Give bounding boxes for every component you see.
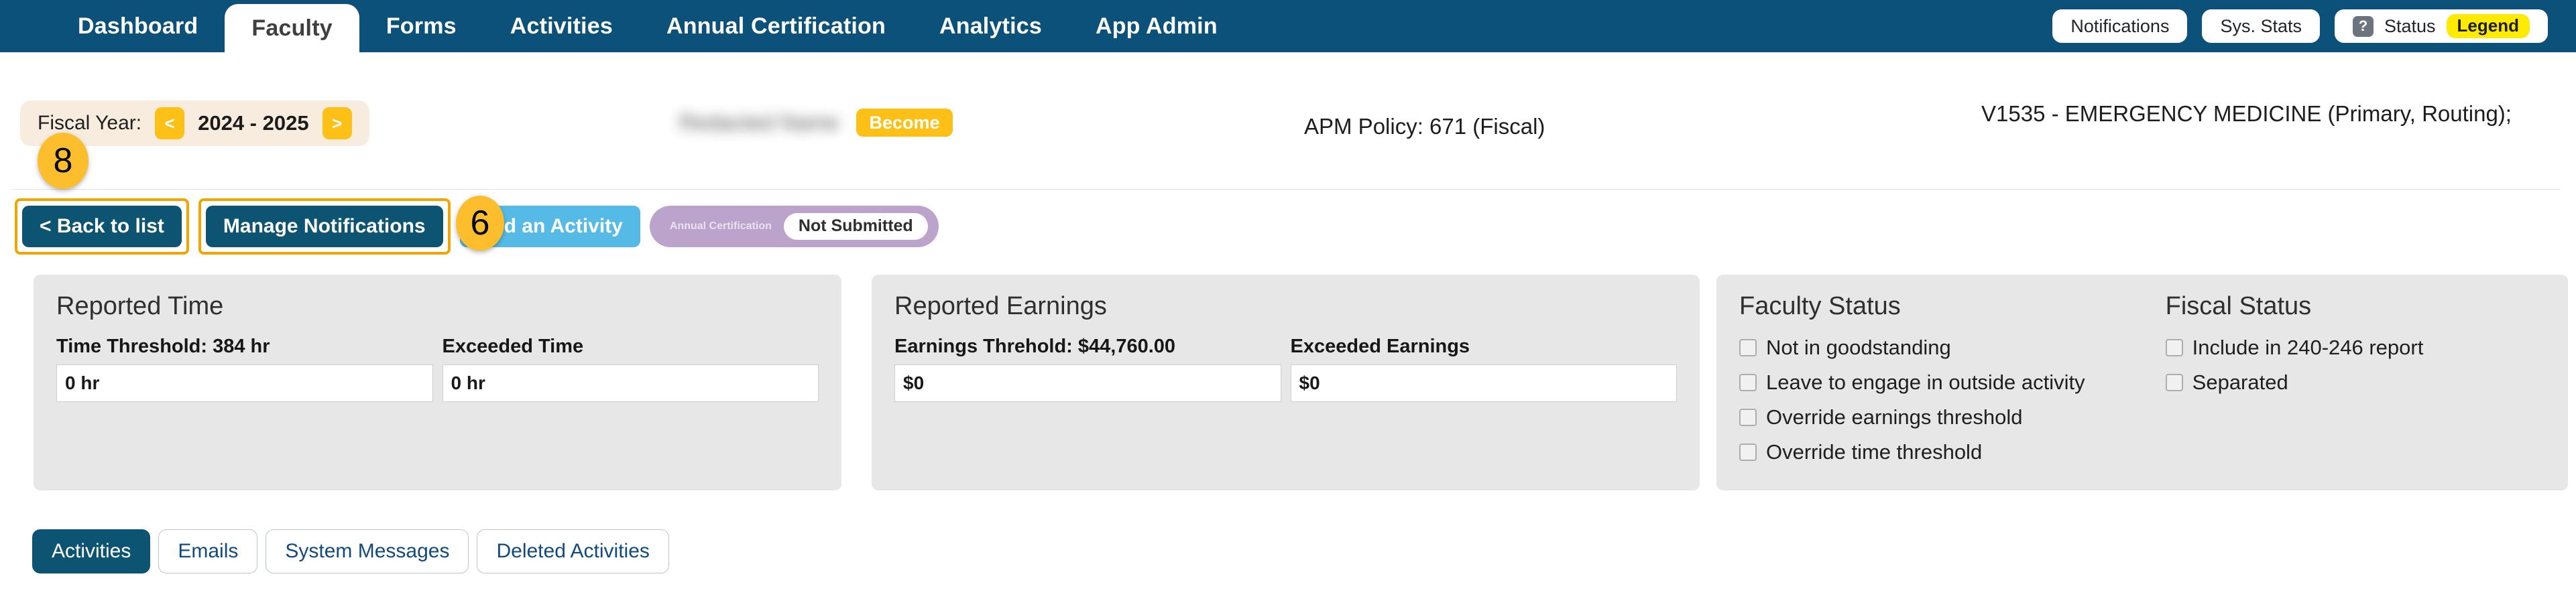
reported-earnings-title: Reported Earnings [894, 292, 1107, 320]
checkbox-icon[interactable] [1739, 374, 1757, 391]
exceeded-time-label: Exceeded Time [442, 336, 584, 357]
time-threshold-label: Time Threshold: 384 hr [56, 336, 270, 357]
checkbox-icon[interactable] [2165, 339, 2183, 356]
annual-certification-status-badge: Not Submitted [783, 213, 928, 240]
faculty-status-title: Faculty Status [1739, 292, 1901, 320]
nav-item-analytics[interactable]: Analytics [913, 0, 1069, 52]
time-threshold-input[interactable]: 0 hr [56, 364, 433, 402]
checkbox-row-leave-outside-activity[interactable]: Leave to engage in outside activity [1739, 370, 2085, 395]
exceeded-earnings-input[interactable]: $0 [1290, 364, 1677, 402]
exceeded-time-field: Exceeded Time 0 hr [442, 336, 819, 402]
annual-certification-button[interactable]: Annual Certification Not Submitted [649, 206, 939, 247]
checkbox-label: Override earnings threshold [1766, 405, 2023, 429]
person-header: Redacted Name Become [679, 109, 953, 137]
department-text: V1535 - EMERGENCY MEDICINE (Primary, Rou… [1981, 101, 2512, 126]
fiscal-year-prev-button[interactable]: < [155, 107, 185, 139]
checkbox-icon[interactable] [2165, 374, 2183, 391]
tab-activities[interactable]: Activities [32, 529, 151, 573]
checkbox-row-not-in-goodstanding[interactable]: Not in goodstanding [1739, 336, 2085, 360]
annotation-marker-6: 6 [456, 196, 504, 251]
nav-item-annual-certification[interactable]: Annual Certification [640, 0, 913, 52]
checkbox-label: Separated [2192, 370, 2288, 394]
main-navbar: Dashboard Faculty Forms Activities Annua… [0, 0, 2576, 52]
notifications-button[interactable]: Notifications [2052, 9, 2188, 43]
time-threshold-field: Time Threshold: 384 hr 0 hr [56, 336, 433, 402]
nav-items: Dashboard Faculty Forms Activities Annua… [0, 0, 1244, 52]
legend-badge[interactable]: Legend [2446, 14, 2530, 38]
checkbox-label: Override time threshold [1766, 440, 1983, 464]
annotation-marker-8: 8 [38, 133, 89, 189]
reported-earnings-fields: Earnings Threhold: $44,760.00 $0 Exceede… [894, 336, 1677, 402]
nav-item-app-admin[interactable]: App Admin [1069, 0, 1244, 52]
reported-time-card: Reported Time Time Threshold: 384 hr 0 h… [34, 275, 841, 490]
status-columns: Faculty Status Not in goodstanding Leave… [1739, 292, 2545, 475]
exceeded-earnings-label: Exceeded Earnings [1290, 336, 1470, 357]
become-button[interactable]: Become [856, 109, 953, 137]
earnings-threshold-label: Earnings Threhold: $44,760.00 [894, 336, 1176, 357]
content-tab-bar: Activities Emails System Messages Delete… [32, 529, 669, 573]
exceeded-earnings-field: Exceeded Earnings $0 [1290, 336, 1677, 402]
header-divider [12, 189, 2560, 190]
nav-item-activities[interactable]: Activities [483, 0, 640, 52]
back-to-list-button[interactable]: < Back to list [22, 206, 182, 247]
checkbox-row-include-240-246-report[interactable]: Include in 240-246 report [2165, 336, 2501, 360]
earnings-threshold-field: Earnings Threhold: $44,760.00 $0 [894, 336, 1281, 402]
nav-item-dashboard[interactable]: Dashboard [51, 0, 225, 52]
checkbox-row-override-earnings-threshold[interactable]: Override earnings threshold [1739, 405, 2085, 429]
nav-item-faculty[interactable]: Faculty [225, 4, 359, 52]
fiscal-year-value: 2024 - 2025 [198, 111, 309, 135]
nav-item-forms[interactable]: Forms [359, 0, 483, 52]
navbar-actions: Notifications Sys. Stats ? Status Legend [2052, 9, 2548, 43]
faculty-status-column: Faculty Status Not in goodstanding Leave… [1739, 292, 2085, 475]
earnings-threshold-input[interactable]: $0 [894, 364, 1281, 402]
checkbox-row-override-time-threshold[interactable]: Override time threshold [1739, 440, 2085, 464]
checkbox-label: Leave to engage in outside activity [1766, 370, 2085, 394]
checkbox-icon[interactable] [1739, 339, 1757, 356]
fiscal-year-next-button[interactable]: > [322, 107, 352, 139]
sys-stats-button[interactable]: Sys. Stats [2202, 9, 2320, 43]
checkbox-label: Not in goodstanding [1766, 336, 1951, 359]
status-label: Status [2384, 15, 2436, 36]
back-to-list-highlight: < Back to list [15, 198, 189, 255]
apm-policy-text: APM Policy: 671 (Fiscal) [1304, 114, 1545, 139]
status-card: Faculty Status Not in goodstanding Leave… [1716, 275, 2568, 490]
tab-deleted-activities[interactable]: Deleted Activities [477, 529, 669, 573]
checkbox-row-separated[interactable]: Separated [2165, 370, 2501, 395]
status-legend-button[interactable]: ? Status Legend [2335, 9, 2548, 43]
checkbox-label: Include in 240-246 report [2192, 336, 2424, 359]
fiscal-status-title: Fiscal Status [2165, 292, 2312, 320]
tab-emails[interactable]: Emails [158, 529, 258, 573]
reported-time-title: Reported Time [56, 292, 224, 320]
manage-notifications-highlight: Manage Notifications [198, 198, 451, 255]
notifications-label: Notifications [2070, 15, 2170, 36]
checkbox-icon[interactable] [1739, 444, 1757, 461]
checkbox-icon[interactable] [1739, 409, 1757, 426]
faculty-name-redacted: Redacted Name [679, 110, 839, 135]
fiscal-year-label: Fiscal Year: [38, 112, 142, 134]
question-mark-icon: ? [2353, 15, 2374, 37]
sys-stats-label: Sys. Stats [2220, 15, 2302, 36]
app-page: Dashboard Faculty Forms Activities Annua… [0, 0, 2576, 609]
reported-time-fields: Time Threshold: 384 hr 0 hr Exceeded Tim… [56, 336, 819, 402]
manage-notifications-button[interactable]: Manage Notifications [205, 206, 443, 247]
annual-certification-label: Annual Certification [669, 220, 772, 232]
exceeded-time-input[interactable]: 0 hr [442, 364, 819, 402]
tab-system-messages[interactable]: System Messages [266, 529, 469, 573]
fiscal-status-column: Fiscal Status Include in 240-246 report … [2165, 292, 2501, 475]
summary-cards: Reported Time Time Threshold: 384 hr 0 h… [0, 275, 2576, 496]
reported-earnings-card: Reported Earnings Earnings Threhold: $44… [872, 275, 1700, 490]
